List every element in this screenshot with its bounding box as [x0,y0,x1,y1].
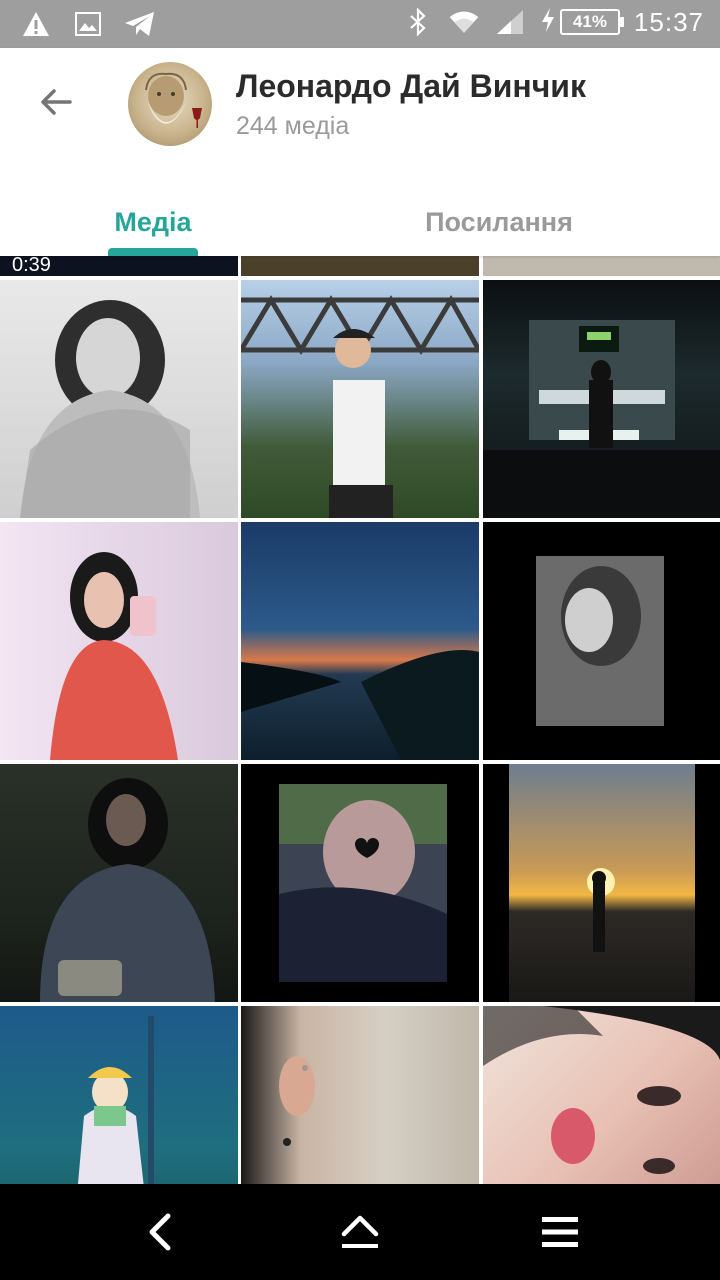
chat-media-header: Леонардо Дай Винчик 244 медіа Медіа Поси… [0,48,720,256]
chevron-left-icon [149,1213,171,1251]
media-thumbnail[interactable] [483,280,720,518]
clock: 15:37 [633,6,704,37]
media-thumbnail[interactable] [0,764,238,1002]
media-thumbnail[interactable] [0,280,238,518]
back-button[interactable] [32,78,80,126]
media-thumbnail[interactable] [483,764,720,1002]
charging-icon [540,7,556,38]
image-icon [72,8,104,40]
navigation-bar [0,1184,720,1280]
battery-indicator: 41% [540,7,624,38]
media-thumbnail[interactable] [241,1006,479,1184]
nav-back-button[interactable] [132,1204,188,1260]
media-count: 244 медіа [236,112,350,140]
wifi-icon [448,6,480,38]
tab-links[interactable]: Посилання [380,188,618,256]
tab-media[interactable]: Медіа [60,188,246,256]
nav-menu-button[interactable] [532,1204,588,1260]
chat-title: Леонардо Дай Винчик [236,68,586,104]
warning-icon [20,8,52,40]
video-duration: 0:39 [12,256,51,276]
media-grid: 0:39 [0,256,720,1184]
arrow-left-icon [41,89,72,115]
avatar[interactable] [128,62,212,146]
tab-bar: Медіа Посилання [0,188,720,256]
status-bar: 41% 15:37 [0,0,720,48]
media-thumbnail[interactable] [241,280,479,518]
media-thumbnail[interactable] [0,1006,238,1184]
menu-icon [542,1217,578,1247]
media-thumbnail[interactable] [483,1006,720,1184]
telegram-icon [124,8,156,40]
media-thumbnail-video[interactable]: 0:39 [0,256,238,276]
media-thumbnail[interactable] [0,522,238,760]
home-chevron-icon [341,1215,379,1248]
signal-icon [494,6,526,38]
media-thumbnail[interactable] [241,522,479,760]
media-thumbnail[interactable] [483,522,720,760]
nav-home-button[interactable] [332,1204,388,1260]
battery-level: 41% [559,9,624,35]
media-thumbnail[interactable] [241,764,479,1002]
active-tab-indicator [108,248,198,256]
media-thumbnail[interactable] [483,256,720,276]
media-thumbnail[interactable] [241,256,479,276]
bluetooth-icon [402,6,434,38]
